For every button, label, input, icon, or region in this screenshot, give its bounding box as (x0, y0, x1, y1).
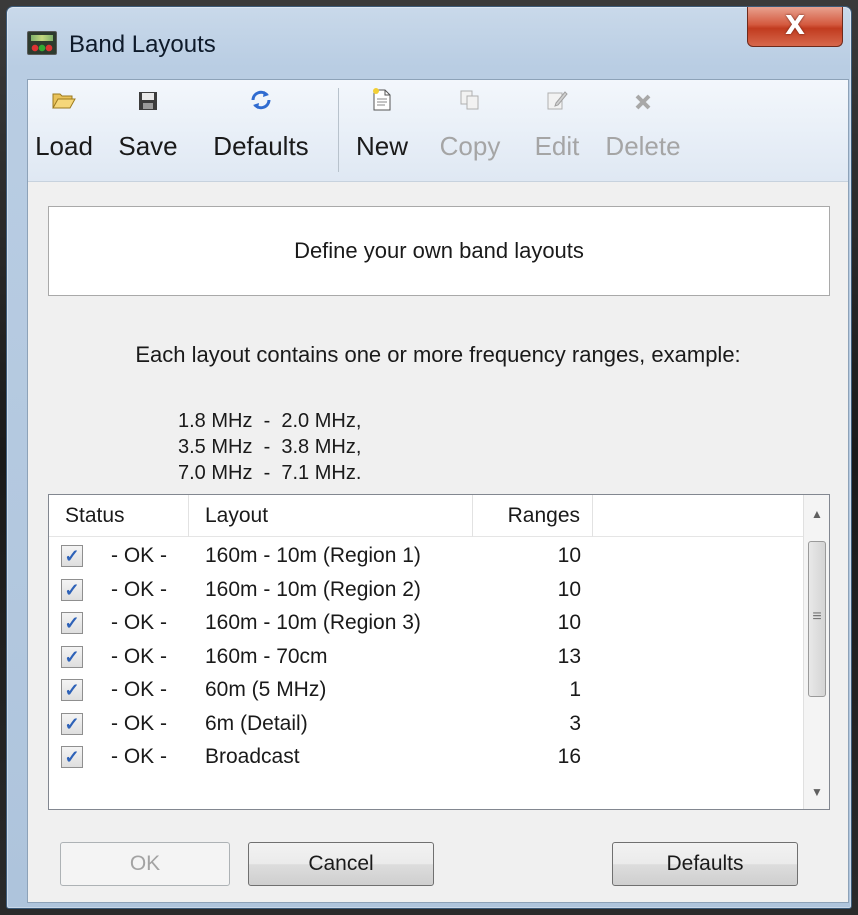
cancel-button[interactable]: Cancel (248, 842, 434, 886)
toolbar-separator (338, 88, 339, 172)
table-row[interactable]: ✓ - OK - 160m - 10m (Region 3) 10 (49, 606, 805, 640)
row-ranges-count: 10 (557, 577, 581, 601)
refresh-icon (198, 86, 324, 126)
row-status: - OK - (111, 544, 167, 567)
delete-button[interactable]: Delete (598, 86, 688, 178)
row-checkbox[interactable]: ✓ (61, 645, 83, 668)
row-ranges-count: 13 (557, 644, 581, 668)
delete-x-icon (598, 86, 688, 126)
list-header: Status Layout Ranges (49, 495, 805, 537)
example-range: 1.8 MHz - 2.0 MHz, (178, 410, 362, 432)
toolbar: Load Save Defaults New Copy Edit Delete (28, 80, 848, 182)
app-icon (27, 31, 57, 55)
example-range: 3.5 MHz - 3.8 MHz, (178, 436, 362, 458)
row-ranges-count: 1 (569, 678, 581, 701)
column-header-status[interactable]: Status (49, 495, 189, 537)
new-label: New (355, 131, 408, 161)
edit-button[interactable]: Edit (524, 86, 590, 178)
load-label: Load (35, 131, 93, 161)
defaults-toolbar-button[interactable]: Defaults (198, 86, 324, 178)
table-row[interactable]: ✓ - OK - 6m (Detail) 3 (49, 707, 805, 741)
row-checkbox[interactable]: ✓ (61, 679, 83, 701)
title-bar[interactable]: Band Layouts X (7, 7, 851, 79)
row-status: - OK - (111, 611, 167, 634)
scroll-down-icon[interactable]: ▼ (804, 779, 830, 805)
row-ranges-count: 16 (557, 745, 581, 768)
heading-panel: Define your own band layouts (48, 206, 830, 296)
copy-label: Copy (439, 131, 501, 161)
row-layout-name: 160m - 70cm (205, 644, 328, 668)
row-status: - OK - (111, 711, 167, 735)
row-status: - OK - (111, 577, 167, 601)
edit-label: Edit (534, 131, 580, 161)
column-header-layout[interactable]: Layout (189, 495, 473, 537)
defaults-button[interactable]: Defaults (612, 842, 798, 886)
defaults-toolbar-label: Defaults (213, 131, 309, 161)
table-row[interactable]: ✓ - OK - 160m - 10m (Region 2) 10 (49, 573, 805, 607)
vertical-scrollbar[interactable]: ▲ ≡ ▼ (803, 495, 829, 809)
table-row[interactable]: ✓ - OK - 160m - 70cm 13 (49, 640, 805, 674)
row-checkbox[interactable]: ✓ (61, 712, 83, 735)
description-text: Each layout contains one or more frequen… (135, 342, 741, 367)
row-layout-name: 6m (Detail) (205, 711, 308, 735)
edit-icon (524, 86, 590, 126)
save-label: Save (118, 131, 178, 161)
row-checkbox[interactable]: ✓ (61, 545, 83, 567)
floppy-disk-icon (112, 86, 184, 126)
row-status: - OK - (111, 678, 167, 701)
folder-open-icon (28, 86, 100, 126)
row-status: - OK - (111, 745, 167, 768)
load-button[interactable]: Load (28, 86, 100, 178)
new-button[interactable]: New (346, 86, 418, 178)
row-layout-name: 60m (5 MHz) (205, 678, 327, 701)
delete-label: Delete (605, 131, 681, 161)
table-row[interactable]: ✓ - OK - Broadcast 16 (49, 740, 805, 774)
panel-heading: Define your own band layouts (294, 238, 584, 263)
row-checkbox[interactable]: ✓ (61, 746, 83, 768)
row-ranges-count: 10 (557, 611, 581, 634)
table-row[interactable]: ✓ - OK - 60m (5 MHz) 1 (49, 673, 805, 707)
window-title: Band Layouts (69, 31, 216, 58)
save-button[interactable]: Save (112, 86, 184, 178)
table-row[interactable]: ✓ - OK - 160m - 10m (Region 1) 10 (49, 539, 805, 573)
row-layout-name: Broadcast (205, 745, 300, 768)
row-ranges-count: 10 (557, 544, 581, 567)
row-checkbox[interactable]: ✓ (61, 578, 83, 601)
copy-icon (430, 86, 510, 126)
new-document-icon (346, 86, 418, 126)
close-button[interactable]: X (747, 7, 843, 47)
row-layout-name: 160m - 10m (Region 1) (205, 544, 421, 567)
example-range: 7.0 MHz - 7.1 MHz. (178, 462, 362, 484)
ok-button[interactable]: OK (60, 842, 230, 886)
column-header-ranges[interactable]: Ranges (473, 495, 593, 537)
list-body: ✓ - OK - 160m - 10m (Region 1) 10 ✓ - OK… (49, 539, 805, 774)
row-status: - OK - (111, 644, 167, 668)
row-ranges-count: 3 (569, 711, 581, 735)
band-layouts-dialog: Band Layouts X Load Save Defaults New Co… (6, 6, 852, 909)
examples-block: 1.8 MHz - 2.0 MHz, 3.5 MHz - 3.8 MHz, 7.… (178, 408, 361, 486)
copy-button[interactable]: Copy (430, 86, 510, 178)
layouts-list[interactable]: Status Layout Ranges ✓ - OK - 160m - 10m… (48, 494, 830, 810)
row-layout-name: 160m - 10m (Region 3) (205, 611, 421, 634)
row-checkbox[interactable]: ✓ (61, 612, 83, 634)
dialog-client-area: Load Save Defaults New Copy Edit Delete … (27, 79, 849, 903)
scroll-up-icon[interactable]: ▲ (804, 501, 830, 527)
scrollbar-thumb[interactable]: ≡ (808, 541, 826, 697)
row-layout-name: 160m - 10m (Region 2) (205, 577, 421, 601)
